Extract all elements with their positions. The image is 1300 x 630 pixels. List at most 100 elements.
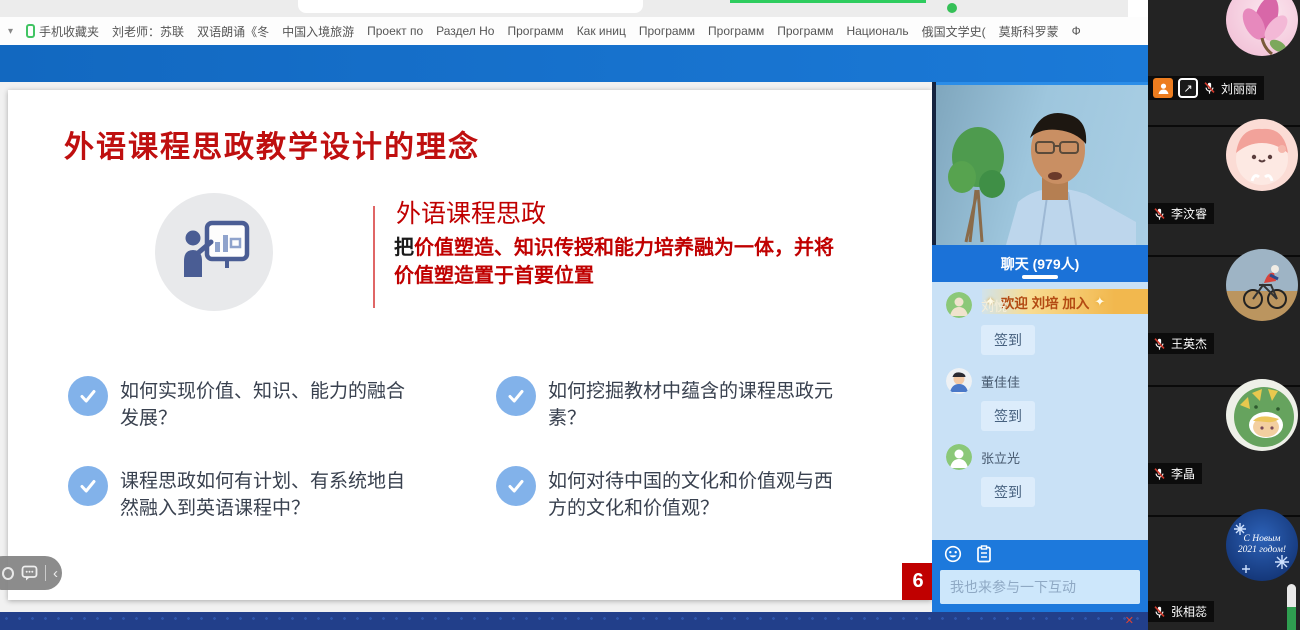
- participant-name: 李汶睿: [1171, 205, 1207, 222]
- check-icon: [496, 376, 536, 416]
- divider: [373, 206, 375, 308]
- address-bar[interactable]: [298, 0, 643, 13]
- avatar: [946, 292, 972, 318]
- bookmark-item[interactable]: 俄国文学史(: [922, 23, 986, 40]
- bookmark-item[interactable]: Ф: [1072, 24, 1081, 38]
- avatar: [1226, 379, 1298, 451]
- browser-top-strip: [0, 0, 1148, 17]
- bullet-text: 课程思政如何有计划、有系统地自然融入到英语课程中？: [120, 466, 412, 522]
- bullet-item: 如何实现价值、知识、能力的融合发展？: [68, 376, 412, 432]
- bullet-item: 课程思政如何有计划、有系统地自然融入到英语课程中？: [68, 466, 412, 522]
- bookmark-item[interactable]: Как иниц: [577, 24, 626, 38]
- participant-name: 李晶: [1171, 465, 1195, 482]
- progress-line: [730, 0, 926, 3]
- welcome-text: 欢迎 刘培 加入: [1001, 292, 1090, 312]
- participant-namebar: 张相蕊: [1148, 601, 1214, 622]
- mic-muted-icon: [1153, 207, 1166, 221]
- phone-icon: [26, 24, 35, 38]
- chat-input-area: [932, 568, 1148, 612]
- check-icon: [68, 466, 108, 506]
- page-header-bar: [0, 45, 1148, 82]
- presentation-slide: 外语课程思政教学设计的理念 外语课程思政 把价值塑造、知识: [8, 90, 932, 600]
- participant-tile[interactable]: 李晶: [1148, 387, 1300, 517]
- participants-sidebar: ↗ 刘丽丽 李汶睿: [1148, 0, 1300, 630]
- avatar: [1226, 0, 1298, 56]
- bookmark-item[interactable]: Программ: [777, 24, 833, 38]
- participant-tile[interactable]: ↗ 刘丽丽: [1148, 0, 1300, 127]
- chat-tab[interactable]: 聊天 (979人): [932, 245, 1148, 282]
- participant-name: 王英杰: [1171, 335, 1207, 352]
- bookmark-item[interactable]: Националь: [846, 24, 908, 38]
- mic-muted-icon: [1153, 467, 1166, 481]
- collapse-chevron-icon[interactable]: ‹: [53, 566, 62, 581]
- scrollbar-thumb[interactable]: [1287, 607, 1296, 630]
- bookmark-item[interactable]: Программ: [639, 24, 695, 38]
- bookmark-item[interactable]: Программ: [708, 24, 764, 38]
- bookmark-item[interactable]: Проект по: [367, 24, 423, 38]
- screen-share-icon: ↗: [1178, 78, 1198, 98]
- participant-namebar: 王英杰: [1148, 333, 1214, 354]
- participant-namebar: 李晶: [1148, 463, 1202, 484]
- mic-muted-icon: [1203, 81, 1216, 95]
- bullet-text: 如何对待中国的文化和价值观与西方的文化和价值观？: [548, 466, 840, 522]
- sender-name: 刘悦: [981, 296, 1007, 315]
- participant-namebar: 李汶睿: [1148, 203, 1214, 224]
- message-bubble: 签到: [981, 477, 1035, 507]
- browser-control[interactable]: [1128, 0, 1148, 17]
- avatar: [946, 368, 972, 394]
- participant-tile[interactable]: С Новым 2021 годом! 张相蕊: [1148, 517, 1300, 630]
- status-dot-icon: [947, 3, 957, 13]
- body-text: 价值塑造、知识传授和能力培养融为一体，并将价值塑造置于首要位置: [394, 237, 834, 287]
- body-prefix: 把: [394, 237, 414, 259]
- chat-messages: ✦ 欢迎 刘培 加入 ✦ 刘悦 签到 董佳: [932, 282, 1148, 540]
- floating-toolbar: ‹: [0, 556, 62, 590]
- chat-toolbar: [932, 540, 1148, 568]
- check-icon: [68, 376, 108, 416]
- taskbar: ✕: [0, 612, 1148, 630]
- sparkle-icon: ✦: [1094, 294, 1105, 310]
- section-heading: 外语课程思政: [396, 194, 546, 230]
- avatar: С Новым 2021 годом!: [1226, 509, 1298, 581]
- chat-tab-label: 聊天 (979人): [1001, 254, 1080, 274]
- speaker-video[interactable]: [932, 82, 1148, 245]
- bookmark-item[interactable]: 手机收藏夹: [26, 23, 99, 40]
- participant-tile[interactable]: 王英杰: [1148, 257, 1300, 387]
- sidebar-scrollbar[interactable]: [1287, 584, 1296, 630]
- participant-namebar: ↗ 刘丽丽: [1148, 76, 1264, 100]
- bullet-text: 如何实现价值、知识、能力的融合发展？: [120, 376, 412, 432]
- divider: [45, 565, 46, 581]
- person-badge-icon: [1153, 78, 1173, 98]
- slide-title: 外语课程思政教学设计的理念: [64, 122, 480, 166]
- avatar: [946, 444, 972, 470]
- chat-panel: 聊天 (979人) ✦ 欢迎 刘培 加入 ✦ 刘悦 签到: [932, 82, 1148, 612]
- slide-page-number: 6: [902, 563, 934, 600]
- bullet-text: 如何挖掘教材中蕴含的课程思政元素？: [548, 376, 840, 432]
- message-bubble: 签到: [981, 401, 1035, 431]
- chat-message: 张立光 签到: [946, 444, 1148, 507]
- participant-name: 张相蕊: [1171, 603, 1207, 620]
- bookmark-item[interactable]: Программ: [507, 24, 563, 38]
- bullet-item: 如何挖掘教材中蕴含的课程思政元素？: [496, 376, 840, 432]
- bookmark-item[interactable]: 莫斯科罗蒙: [999, 23, 1059, 40]
- active-tab-underline: [1022, 275, 1058, 279]
- chat-message: 董佳佳 签到: [946, 368, 1148, 431]
- avatar: [1226, 119, 1298, 191]
- section-body: 把价值塑造、知识传授和能力培养融为一体，并将价值塑造置于首要位置: [394, 234, 846, 290]
- clipboard-icon[interactable]: [976, 545, 992, 563]
- dropdown-arrow-icon[interactable]: ▾: [8, 26, 13, 37]
- record-icon[interactable]: [2, 567, 14, 580]
- mic-muted-icon: [1153, 337, 1166, 351]
- bookmark-item[interactable]: Раздел Но: [436, 24, 494, 38]
- bookmark-item[interactable]: 中国入境旅游: [282, 23, 354, 40]
- presenter-icon: [155, 193, 273, 311]
- participant-tile[interactable]: 李汶睿: [1148, 127, 1300, 257]
- chat-bubble-icon[interactable]: [21, 565, 38, 581]
- screen: ▾ 手机收藏夹 刘老师：苏联 双语朗诵《冬 中国入境旅游 Проект по Р…: [0, 0, 1300, 630]
- bullet-item: 如何对待中国的文化和价值观与西方的文化和价值观？: [496, 466, 840, 522]
- smiley-icon[interactable]: [944, 545, 962, 563]
- chat-input[interactable]: [940, 570, 1140, 604]
- bookmark-item[interactable]: 双语朗诵《冬: [197, 23, 269, 40]
- bookmarks-bar: ▾ 手机收藏夹 刘老师：苏联 双语朗诵《冬 中国入境旅游 Проект по Р…: [0, 17, 1148, 45]
- bookmark-item[interactable]: 刘老师：苏联: [112, 23, 184, 40]
- participant-name: 刘丽丽: [1221, 80, 1257, 97]
